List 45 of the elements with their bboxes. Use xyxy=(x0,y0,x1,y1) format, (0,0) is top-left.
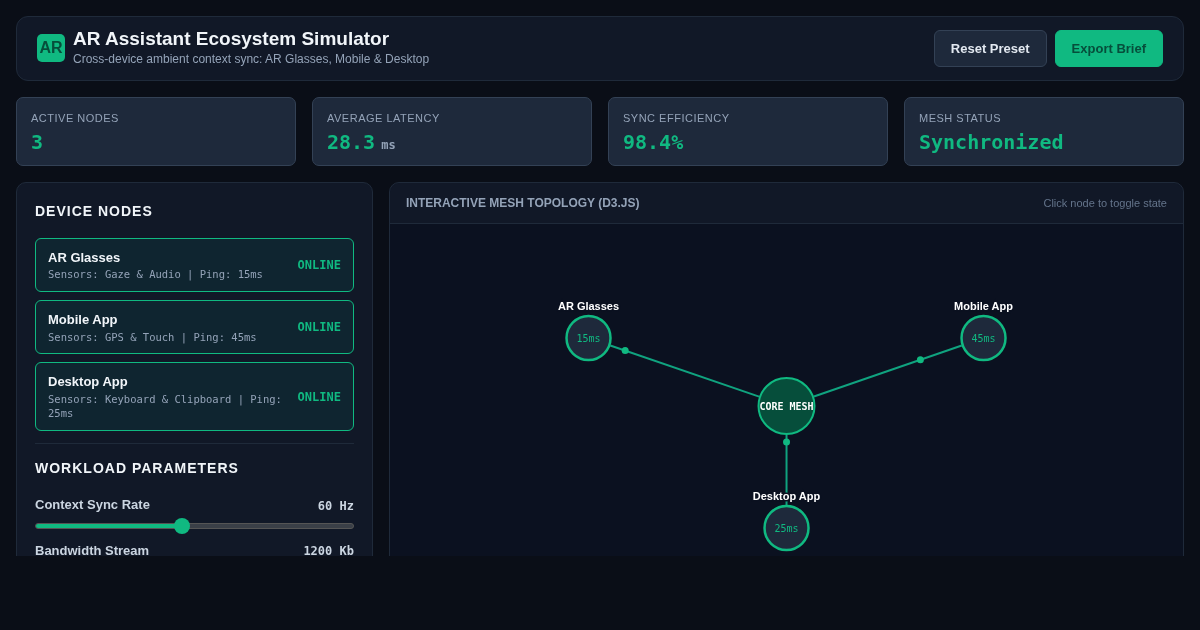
latency-label: 15ms xyxy=(576,332,601,344)
device-details: Sensors: Gaze & Audio | Ping: 15ms xyxy=(48,267,263,283)
device-node[interactable] xyxy=(960,314,1007,362)
param-reading: 60 Hz xyxy=(317,497,354,515)
core-node[interactable] xyxy=(757,376,816,435)
param-reading: 1200 Kb xyxy=(303,543,354,556)
stat-unit: ms xyxy=(381,138,396,153)
device-card[interactable]: AR Glasses Sensors: Gaze & Audio | Ping: 15ms ONLINE xyxy=(35,237,354,293)
device-card[interactable]: Desktop App Sensors: Keyboard & Clipboard | Ping: 25ms ONLINE xyxy=(35,362,354,432)
stat-value: 98.4% xyxy=(623,130,684,155)
panel-title: INTERACTIVE MESH TOPOLOGY (D3.JS) xyxy=(405,194,640,212)
device-name: Mobile App xyxy=(48,311,119,330)
node-label: CORE MESH xyxy=(759,400,814,412)
device-node[interactable] xyxy=(565,314,612,362)
status-label: ONLINE xyxy=(297,388,341,406)
stat-value: 28.3 xyxy=(327,130,376,155)
device-name: Desktop App xyxy=(48,373,129,392)
device-details: Sensors: GPS & Touch | Ping: 45ms xyxy=(48,329,257,345)
param-label: Context Sync Rate xyxy=(35,496,150,515)
export-button[interactable]: Export Brief xyxy=(1054,29,1163,68)
stat-label: MESH STATUS xyxy=(919,110,1003,126)
status-label: ONLINE xyxy=(297,319,341,337)
stat-value: Synchronized xyxy=(919,130,1064,155)
app-title: AR Assistant Ecosystem Simulator xyxy=(73,29,391,50)
status-label: ONLINE xyxy=(297,257,341,274)
section-title: WORKLOAD PARAMETERS xyxy=(35,459,240,479)
latency-label: 45ms xyxy=(971,332,996,344)
section-title: DEVICE NODES xyxy=(35,201,154,221)
param-label: Bandwidth Stream xyxy=(35,541,150,556)
device-node[interactable] xyxy=(763,504,810,552)
app-subtitle: Cross-device ambient context sync: AR Glasses, Mobile & Desktop xyxy=(73,50,430,68)
device-name: AR Glasses xyxy=(48,248,122,267)
node-label: AR Glasses xyxy=(557,299,620,312)
latency-label: 25ms xyxy=(774,522,799,534)
reset-button[interactable]: Reset Preset xyxy=(933,29,1047,68)
device-details: Sensors: Keyboard & Clipboard | Ping: 25ms xyxy=(48,391,283,422)
stat-label: SYNC EFFICIENCY xyxy=(623,110,731,126)
stat-value: 3 xyxy=(31,130,44,155)
stat-label: AVERAGE LATENCY xyxy=(327,110,441,126)
slider-thumb[interactable] xyxy=(173,517,190,534)
panel-hint: Click node to toggle state xyxy=(1043,195,1167,211)
device-card[interactable]: Mobile App Sensors: GPS & Touch | Ping: 45ms ONLINE xyxy=(35,300,354,355)
app-logo: AR xyxy=(37,34,65,63)
node-label: Mobile App xyxy=(954,299,1013,312)
stat-label: ACTIVE NODES xyxy=(31,110,120,126)
